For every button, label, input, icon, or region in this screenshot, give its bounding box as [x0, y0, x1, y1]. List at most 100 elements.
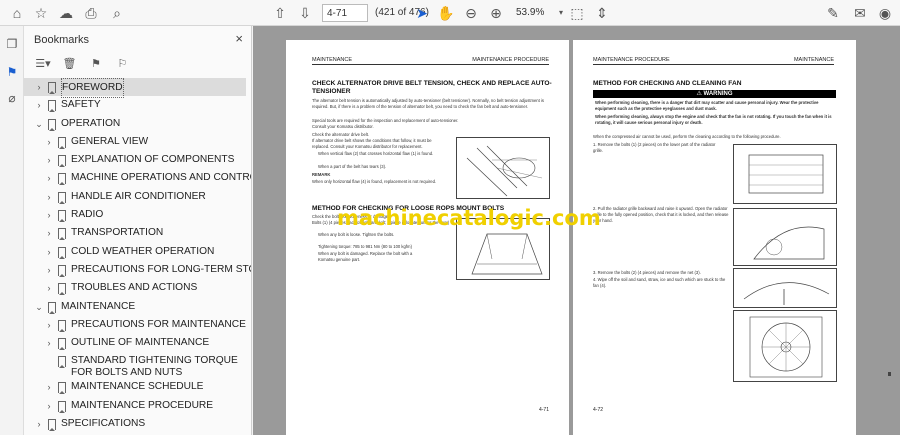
bookmark-label: MAINTENANCE SCHEDULE [71, 381, 204, 393]
chevron-right-icon[interactable]: › [34, 96, 44, 114]
delete-icon[interactable]: 🗑 [60, 57, 78, 73]
grille-open-figure [733, 208, 837, 266]
bookmark-label: TRANSPORTATION [71, 227, 164, 239]
bullet: When any bolt is loose. Tighten the bolt… [318, 232, 395, 237]
chevron-right-icon[interactable]: › [44, 334, 54, 352]
bookmark-item[interactable]: › RADIO [24, 206, 246, 224]
bookmark-item[interactable]: › GENERAL VIEW [24, 133, 246, 151]
bookmark-item[interactable]: › TROUBLES AND ACTIONS [24, 279, 246, 297]
bookmark-label: OPERATION [61, 117, 121, 129]
belt-illustration [466, 145, 543, 197]
bookmark-item[interactable]: › SAFETY [24, 96, 246, 114]
warning-banner: ⚠ WARNING [593, 90, 836, 98]
bookmark-item[interactable]: › COLD WEATHER OPERATION [24, 243, 246, 261]
bookmark-item[interactable]: › FOREWORD [24, 78, 246, 98]
chevron-down-icon[interactable]: ⌄ [34, 298, 44, 316]
bookmark-item[interactable]: › HANDLE AIR CONDITIONER [24, 188, 246, 206]
grille-open-illustration [753, 226, 825, 260]
bookmark-item[interactable]: STANDARD TIGHTENING TORQUE FOR BOLTS AND… [24, 352, 246, 378]
bookmark-flag-icon [58, 136, 66, 149]
bookmark-item[interactable]: ⌄ MAINTENANCE [24, 298, 246, 316]
zoom-in-icon[interactable]: ⊕ [487, 4, 505, 22]
chevron-right-icon[interactable]: › [44, 279, 54, 297]
watermark-text: machinecatalogic.com [337, 206, 601, 230]
chevron-right-icon[interactable]: › [34, 415, 44, 433]
chevron-right-icon[interactable]: › [44, 133, 54, 151]
scrollbar-thumb[interactable] [888, 372, 891, 376]
bookmark-item[interactable]: › PRECAUTIONS FOR LONG-TERM STORAGE [24, 261, 251, 279]
bookmark-item[interactable]: ⌄ OPERATION [24, 115, 246, 133]
bookmark-icon[interactable]: ⚑ [4, 64, 20, 80]
top-toolbar: ⌂ ☆ ☁ ⎙ ⌕ ⇧ ⇩ (421 of 476) ➤ ✋ ⊖ ⊕ 53.9%… [0, 0, 900, 26]
document-viewer[interactable]: MAINTENANCE MAINTENANCE PROCEDURE CHECK … [253, 26, 900, 435]
chevron-right-icon[interactable]: › [44, 224, 54, 242]
hand-icon[interactable]: ✋ [437, 4, 455, 22]
bookmark-flag-icon [48, 118, 56, 131]
star-icon[interactable]: ☆ [32, 4, 50, 22]
home-icon[interactable]: ⌂ [8, 4, 26, 22]
bookmark-item[interactable]: › EXPLANATION OF COMPONENTS [24, 151, 246, 169]
search-icon[interactable]: ⌕ [108, 4, 126, 22]
section-heading: CHECK ALTERNATOR DRIVE BELT TENSION, CHE… [312, 80, 552, 95]
section-heading: METHOD FOR CHECKING AND CLEANING FAN [593, 80, 742, 87]
chevron-right-icon[interactable]: › [44, 316, 54, 334]
page-header-right: MAINTENANCE [793, 57, 834, 63]
attachment-icon[interactable]: ⌀ [4, 90, 20, 106]
left-rail: ❐ ⚑ ⌀ [0, 26, 24, 435]
cloud-upload-icon[interactable]: ☁ [57, 4, 75, 22]
chevron-right-icon[interactable]: › [44, 188, 54, 206]
page-number: 4-71 [538, 407, 549, 413]
grille-illustration [748, 154, 824, 194]
paragraph: When only horizontal flaw (4) is found, … [312, 179, 437, 184]
bookmark-flag-icon [58, 338, 66, 351]
bookmark-flag-icon [58, 210, 66, 223]
chevron-down-icon[interactable]: ⌄ [34, 115, 44, 133]
chevron-right-icon[interactable]: › [44, 206, 54, 224]
header-rule [312, 64, 549, 65]
fit-page-icon[interactable]: ⬚ [568, 4, 586, 22]
down-arrow-icon[interactable]: ⇩ [296, 4, 314, 22]
bookmark-item[interactable]: › MAINTENANCE PROCEDURE [24, 397, 246, 415]
warning-text: When performing cleaning, there is a dan… [595, 100, 819, 111]
pages-icon[interactable]: ❐ [4, 36, 20, 52]
zoom-out-icon[interactable]: ⊖ [462, 4, 480, 22]
warning-icon: ⚠ [696, 91, 704, 97]
chevron-right-icon[interactable]: › [34, 78, 44, 96]
bookmark-item[interactable]: › TRANSPORTATION [24, 224, 246, 242]
zoom-level[interactable]: 53.9% [514, 4, 554, 22]
bullet: When a part of the belt has tears (3). [318, 164, 387, 169]
user-icon[interactable]: ◉ [876, 4, 894, 22]
chevron-right-icon[interactable]: › [44, 169, 54, 187]
chevron-right-icon[interactable]: › [44, 261, 54, 279]
sign-icon[interactable]: ✎ [824, 4, 842, 22]
mail-icon[interactable]: ✉ [851, 4, 869, 22]
bookmark-flag-icon [58, 228, 66, 241]
chevron-right-icon[interactable]: › [44, 378, 54, 396]
bookmark-item[interactable]: › PRECAUTIONS FOR MAINTENANCE [24, 316, 246, 334]
viewer-scrollbar[interactable] [886, 60, 892, 420]
chevron-right-icon[interactable]: › [44, 243, 54, 261]
close-icon[interactable]: × [235, 31, 243, 46]
chevron-right-icon[interactable]: › [44, 151, 54, 169]
bookmark-flag-icon [48, 100, 56, 113]
bookmark-flag-icon [58, 155, 66, 168]
cursor-icon[interactable]: ➤ [413, 4, 431, 22]
bookmark-item[interactable]: › MACHINE OPERATIONS AND CONTROLS [24, 169, 251, 187]
bookmark-options-icon[interactable]: ⚐ [113, 57, 131, 73]
bookmark-label: SAFETY [61, 99, 101, 111]
new-bookmark-icon[interactable]: ⚑ [87, 57, 105, 73]
page-number-input[interactable] [322, 4, 368, 22]
step: 2. Pull the radiator grille backward and… [593, 206, 729, 223]
up-arrow-icon[interactable]: ⇧ [271, 4, 289, 22]
options-icon[interactable]: ☰▾ [34, 57, 52, 73]
radiator-grille-figure [733, 144, 837, 204]
print-icon[interactable]: ⎙ [82, 4, 100, 22]
bookmark-flag-icon [58, 319, 66, 332]
scroll-mode-icon[interactable]: ⇕ [593, 4, 611, 22]
bookmark-item[interactable]: › SPECIFICATIONS [24, 415, 246, 433]
bookmark-item[interactable]: › MAINTENANCE SCHEDULE [24, 378, 246, 396]
bookmark-item[interactable]: › OUTLINE OF MAINTENANCE [24, 334, 246, 352]
bookmark-flag-icon [58, 264, 66, 277]
bookmark-flag-icon [58, 191, 66, 204]
chevron-right-icon[interactable]: › [44, 397, 54, 415]
